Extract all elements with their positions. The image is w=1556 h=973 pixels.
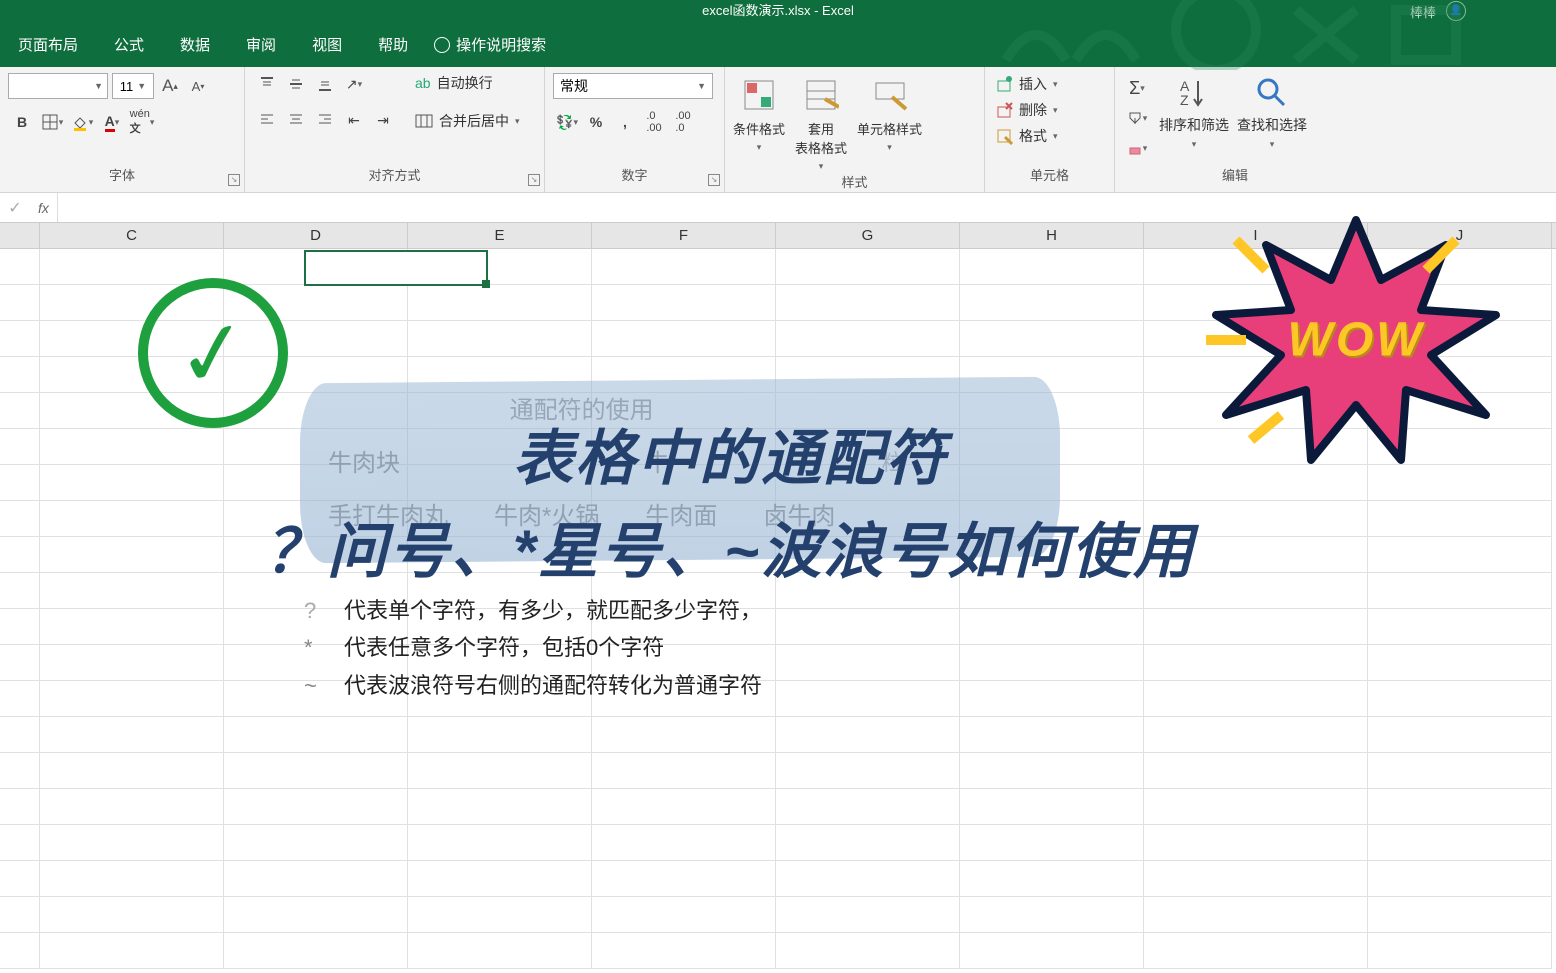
increase-font-size-button[interactable]: A▴ [158,74,182,98]
alignment-dialog-launcher[interactable]: ↘ [528,174,540,186]
decrease-font-size-button[interactable]: A▾ [186,74,210,98]
sort-filter-icon: AZ [1176,75,1212,111]
increase-decimal-button[interactable]: .0.00 [640,109,668,135]
format-as-table-button[interactable]: 套用 表格格式▾ [795,75,847,172]
ribbon-group-styles: 条件格式▾ 套用 表格格式▾ 单元格样式▾ 样式 [725,67,985,192]
col-header[interactable]: D [224,223,408,248]
decrease-indent-button[interactable]: ⇤ [340,107,368,133]
number-dialog-launcher[interactable]: ↘ [708,174,720,186]
col-header[interactable]: E [408,223,592,248]
svg-text:Z: Z [1180,92,1189,108]
wrap-text-button[interactable]: ab 自动换行 [409,71,526,95]
phonetic-guide-button[interactable]: wén文▾ [128,109,156,135]
editing-group-label: 编辑 [1123,165,1347,188]
conditional-format-icon [739,75,779,115]
autosum-button[interactable]: Σ▾ [1123,75,1151,101]
find-select-button[interactable]: 查找和选择▾ [1237,75,1307,165]
formula-cancel-button[interactable]: ✓ [0,194,30,222]
comma-button[interactable]: , [611,109,639,135]
decrease-decimal-button[interactable]: .00.0 [669,109,697,135]
tab-formulas[interactable]: 公式 [96,34,162,55]
col-header[interactable]: H [960,223,1144,248]
cells-group-label: 单元格 [993,165,1106,188]
tab-review[interactable]: 审阅 [228,34,294,55]
col-header[interactable]: C [40,223,224,248]
tell-me-search[interactable]: 操作说明搜索 [434,34,546,55]
col-header[interactable]: F [592,223,776,248]
align-center-button[interactable] [282,107,310,133]
ribbon-group-editing: Σ▾ ▾ ▾ AZ 排序和筛选▾ 查找和选择▾ 编辑 [1115,67,1355,192]
ribbon-group-font: ▼ 11▼ A▴ A▾ B ▾ ▾ A▾ wén文▾ 字体 ↘ [0,67,245,192]
cell-styles-button[interactable]: 单元格样式▾ [857,75,922,153]
number-group-label: 数字 [553,165,716,188]
fill-color-button[interactable]: ▾ [68,109,96,135]
increase-indent-button[interactable]: ⇥ [369,107,397,133]
decorative-pattern [996,0,1556,70]
align-right-button[interactable] [311,107,339,133]
percent-button[interactable]: % [582,109,610,135]
font-dialog-launcher[interactable]: ↘ [228,174,240,186]
format-cells-button[interactable]: 格式▾ [993,123,1106,149]
align-top-button[interactable] [253,71,281,97]
alignment-group-label: 对齐方式 [253,165,536,188]
check-icon: ✓ [169,297,256,409]
ribbon-group-number: 常规▼ 💱▾ % , .0.00 .00.0 数字 ↘ [545,67,725,192]
background-table: 通配符的使用 牛肉块 牛 粒 手打牛肉丸 牛肉*火锅 牛肉面 卤牛肉 [304,380,927,541]
tab-data[interactable]: 数据 [162,34,228,55]
font-color-button[interactable]: A▾ [98,109,126,135]
wrap-icon: ab [415,75,431,91]
number-format-combo[interactable]: 常规▼ [553,73,713,99]
bold-button[interactable]: B [8,109,36,135]
ribbon-group-cells: 插入▾ 删除▾ 格式▾ 单元格 [985,67,1115,192]
font-name-combo[interactable]: ▼ [8,73,108,99]
delete-cells-button[interactable]: 删除▾ [993,97,1106,123]
tab-view[interactable]: 视图 [294,34,360,55]
merge-icon [415,114,433,128]
sort-filter-button[interactable]: AZ 排序和筛选▾ [1159,75,1229,165]
tab-page-layout[interactable]: 页面布局 [0,34,96,55]
ribbon-group-alignment: ↗▾ ⇤ ⇥ ab 自动换行 合并后居中 ▾ [245,67,545,192]
font-size-combo[interactable]: 11▼ [112,73,154,99]
titlebar: excel函数演示.xlsx - Excel 棒棒 👤 [0,0,1556,22]
col-header[interactable]: G [776,223,960,248]
styles-group-label: 样式 [733,172,976,195]
wildcard-notes: ?代表单个字符，有多少，就匹配多少字符， *代表任意多个字符，包括0个字符 ~代… [304,592,762,704]
window-title: excel函数演示.xlsx - Excel [702,3,854,18]
align-left-button[interactable] [253,107,281,133]
ribbon: ▼ 11▼ A▴ A▾ B ▾ ▾ A▾ wén文▾ 字体 ↘ [0,67,1556,193]
wow-sticker: WOW [1196,200,1516,480]
bulb-icon [434,37,450,53]
wow-text: WOW [1288,313,1425,368]
borders-button[interactable]: ▾ [38,109,66,135]
conditional-formatting-button[interactable]: 条件格式▾ [733,75,785,153]
accounting-format-button[interactable]: 💱▾ [553,109,581,135]
font-group-label: 字体 [8,165,236,188]
find-icon [1254,75,1290,111]
fx-label[interactable]: fx [30,200,57,216]
fill-button[interactable]: ▾ [1123,105,1151,131]
tab-help[interactable]: 帮助 [360,34,426,55]
merge-center-button[interactable]: 合并后居中 ▾ [409,109,526,133]
table-format-icon [801,75,841,115]
insert-icon [995,75,1013,93]
delete-icon [995,101,1013,119]
cell-styles-icon [870,75,910,115]
align-bottom-button[interactable] [311,71,339,97]
format-icon [995,127,1013,145]
clear-button[interactable]: ▾ [1123,135,1151,161]
insert-cells-button[interactable]: 插入▾ [993,71,1106,97]
checkmark-badge: ✓ [138,278,298,438]
align-middle-button[interactable] [282,71,310,97]
orientation-button[interactable]: ↗▾ [340,71,368,97]
tell-me-label: 操作说明搜索 [456,34,546,55]
